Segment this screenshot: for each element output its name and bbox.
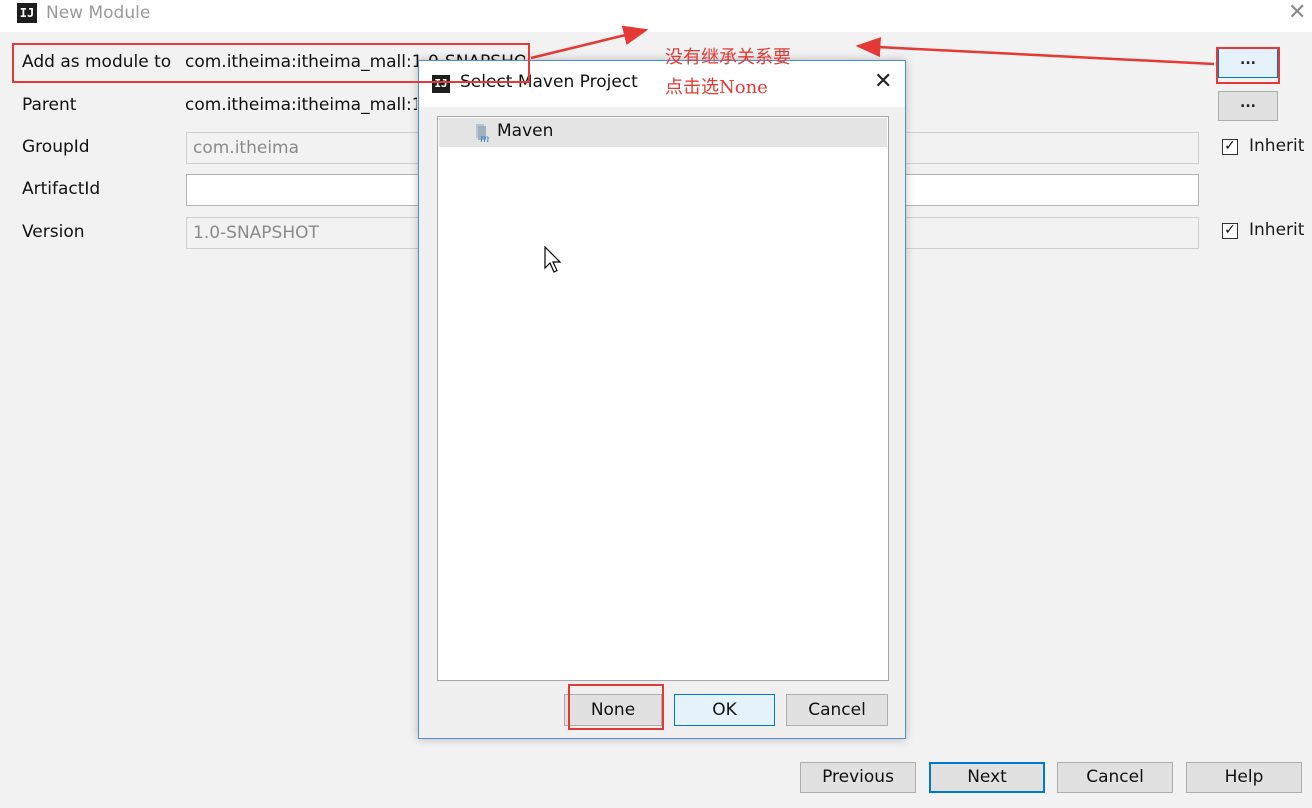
arrow-to-note bbox=[855, 37, 1215, 66]
annotation-note-line2: 点击选None bbox=[665, 77, 768, 98]
annotation-arrows bbox=[530, 25, 1215, 66]
annotation-note-line1: 没有继承关系要 bbox=[665, 47, 791, 68]
arrow-to-top bbox=[530, 25, 649, 60]
